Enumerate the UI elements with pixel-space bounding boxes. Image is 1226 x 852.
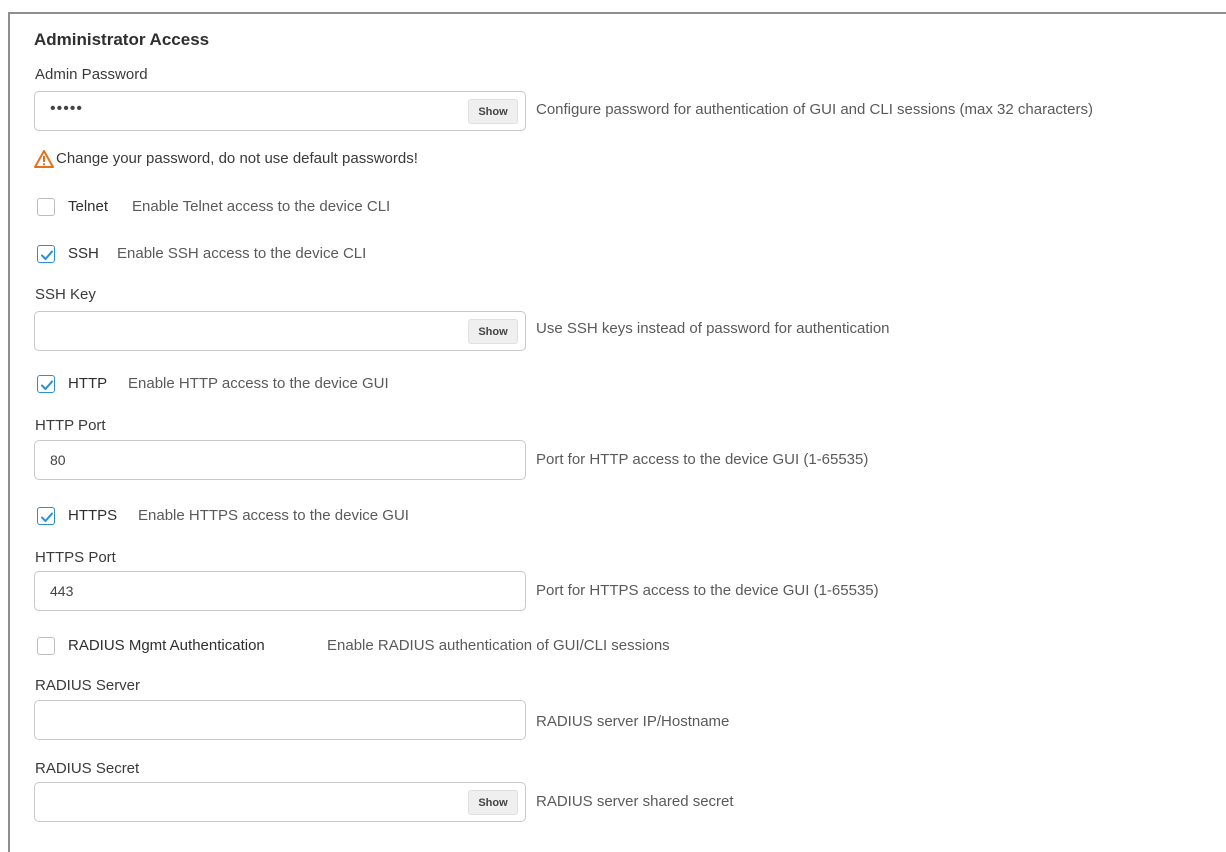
https-port-value: 443 [50, 583, 74, 599]
section-title: Administrator Access [34, 30, 210, 49]
radius-secret-show-button[interactable]: Show [468, 790, 518, 815]
ssh-key-label: SSH Key [35, 286, 96, 303]
telnet-title: Telnet [68, 198, 109, 215]
ssh-key-field[interactable]: Show [34, 311, 526, 351]
http-port-value: 80 [50, 452, 66, 468]
ssh-key-help: Use SSH keys instead of password for aut… [536, 320, 890, 337]
checkmark-icon [41, 380, 53, 390]
telnet-checkbox[interactable] [37, 198, 55, 216]
warning-triangle-icon [34, 150, 54, 168]
http-description: Enable HTTP access to the device GUI [128, 375, 389, 392]
https-title: HTTPS [68, 507, 118, 524]
radius-secret-label: RADIUS Secret [35, 760, 140, 777]
radius-secret-help: RADIUS server shared secret [536, 793, 734, 810]
https-port-help: Port for HTTPS access to the device GUI … [536, 582, 879, 599]
http-port-help: Port for HTTP access to the device GUI (… [536, 451, 869, 468]
radius-server-label: RADIUS Server [35, 677, 141, 694]
admin-password-field[interactable]: ••••• Show [34, 91, 526, 131]
radius-server-field[interactable] [34, 700, 526, 740]
ssh-key-show-button[interactable]: Show [468, 319, 518, 344]
ssh-description: Enable SSH access to the device CLI [117, 245, 367, 262]
radius-auth-description: Enable RADIUS authentication of GUI/CLI … [327, 637, 670, 654]
http-checkbox[interactable] [37, 375, 55, 393]
warning-text: Change your password, do not use default… [56, 150, 418, 167]
admin-password-label: Admin Password [35, 66, 148, 83]
admin-password-value: ••••• [50, 100, 84, 117]
radius-auth-title: RADIUS Mgmt Authentication [68, 637, 265, 654]
checkmark-icon [41, 512, 53, 522]
admin-password-show-button[interactable]: Show [468, 99, 518, 124]
telnet-description: Enable Telnet access to the device CLI [132, 198, 391, 215]
https-description: Enable HTTPS access to the device GUI [138, 507, 409, 524]
checkmark-icon [41, 250, 53, 260]
https-port-label: HTTPS Port [35, 549, 116, 566]
ssh-title: SSH [68, 245, 99, 262]
radius-secret-field[interactable]: Show [34, 782, 526, 822]
ssh-checkbox[interactable] [37, 245, 55, 263]
http-port-label: HTTP Port [35, 417, 106, 434]
https-port-field[interactable]: 443 [34, 571, 526, 611]
admin-password-help: Configure password for authentication of… [536, 101, 1093, 118]
radius-auth-checkbox[interactable] [37, 637, 55, 655]
radius-server-help: RADIUS server IP/Hostname [536, 713, 730, 730]
http-title: HTTP [68, 375, 108, 392]
https-checkbox[interactable] [37, 507, 55, 525]
http-port-field[interactable]: 80 [34, 440, 526, 480]
